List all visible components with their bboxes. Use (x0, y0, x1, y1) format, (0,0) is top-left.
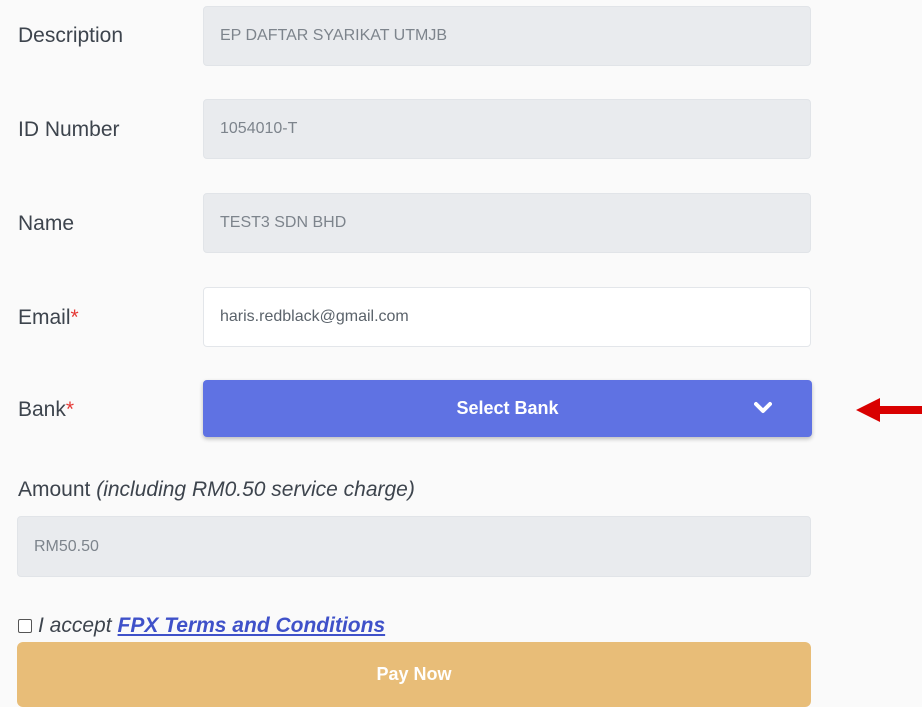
email-label-text: Email (18, 306, 71, 329)
name-label: Name (18, 212, 75, 235)
amount-note: (including RM0.50 service charge) (96, 478, 415, 501)
payment-form: Description EP DAFTAR SYARIKAT UTMJB ID … (0, 0, 922, 707)
accept-text: I accept (38, 614, 112, 637)
select-bank-label: Select Bank (456, 398, 559, 418)
select-bank-button[interactable]: Select Bank (203, 380, 812, 437)
bank-required-mark: * (65, 398, 75, 421)
email-label: Email* (18, 306, 79, 330)
name-field: TEST3 SDN BHD (203, 193, 811, 253)
annotation-arrow-icon (856, 398, 922, 422)
fpx-terms-link[interactable]: FPX Terms and Conditions (118, 614, 386, 638)
amount-field: RM50.50 (17, 516, 811, 577)
pay-now-label: Pay Now (376, 664, 452, 684)
chevron-down-icon (754, 402, 772, 413)
bank-label: Bank* (18, 398, 74, 422)
pay-now-button[interactable]: Pay Now (17, 642, 811, 707)
description-label: Description (18, 24, 124, 47)
amount-label: Amount (including RM0.50 service charge) (18, 478, 415, 502)
email-input[interactable]: haris.redblack@gmail.com (203, 287, 811, 347)
id-number-field: 1054010-T (203, 99, 811, 159)
id-number-label: ID Number (18, 118, 120, 141)
description-field: EP DAFTAR SYARIKAT UTMJB (203, 6, 811, 66)
amount-label-text: Amount (18, 478, 91, 501)
accept-terms-checkbox[interactable] (18, 619, 32, 633)
terms-row: I accept FPX Terms and Conditions (18, 614, 385, 638)
email-required-mark: * (70, 306, 79, 329)
bank-label-text: Bank (18, 398, 66, 421)
